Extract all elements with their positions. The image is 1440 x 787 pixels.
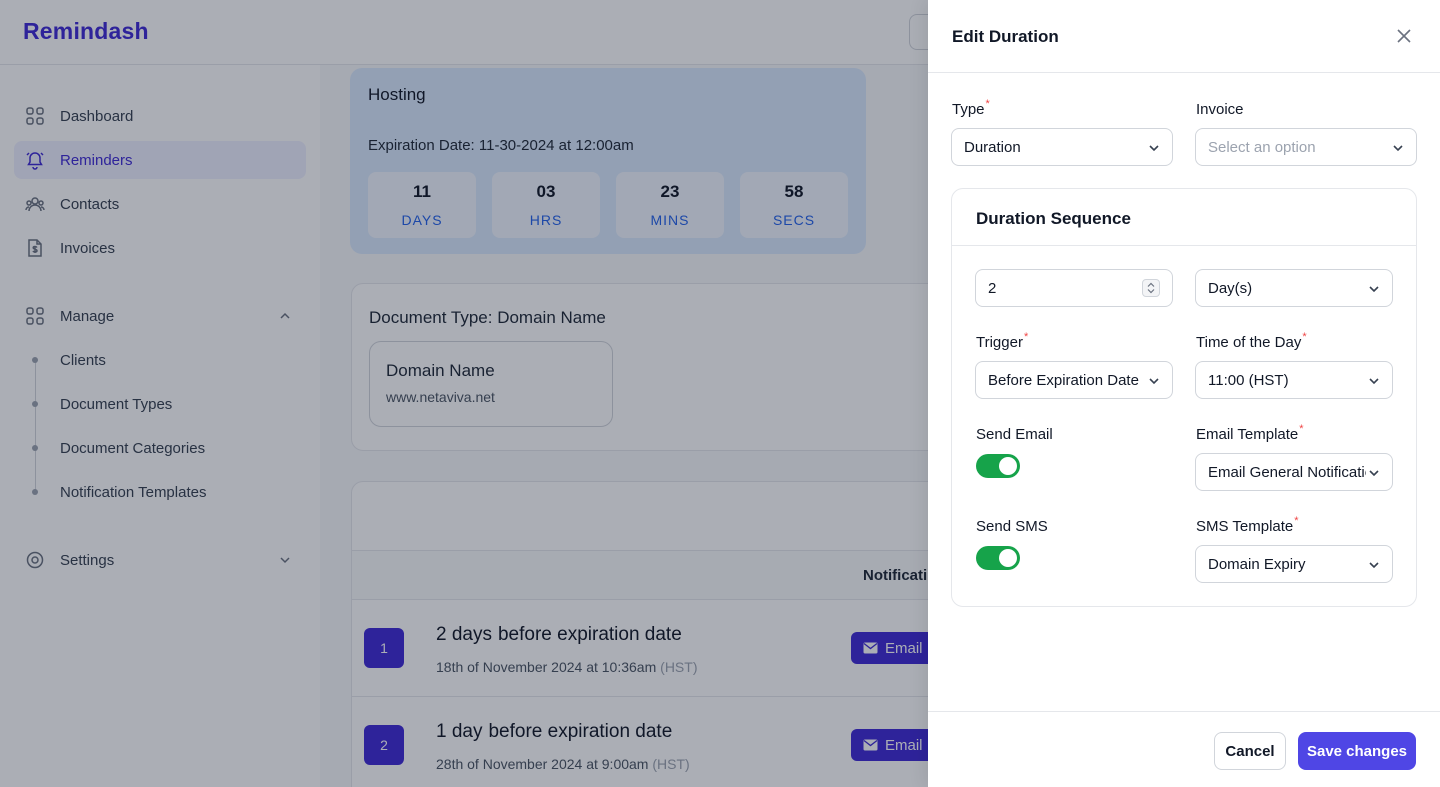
trigger-label-text: Trigger bbox=[976, 334, 1023, 351]
save-changes-button[interactable]: Save changes bbox=[1298, 732, 1416, 770]
edit-duration-drawer: Edit Duration Type* Duration Invoice Sel… bbox=[928, 0, 1440, 787]
toggle-knob bbox=[999, 457, 1017, 475]
number-stepper[interactable] bbox=[1142, 279, 1160, 297]
invoice-select[interactable]: Select an option bbox=[1195, 128, 1417, 166]
send-sms-toggle[interactable] bbox=[976, 546, 1020, 570]
time-label-text: Time of the Day bbox=[1196, 334, 1302, 351]
type-select-value: Duration bbox=[964, 139, 1021, 156]
send-sms-label: Send SMS bbox=[976, 518, 1048, 535]
unit-select[interactable]: Day(s) bbox=[1195, 269, 1393, 307]
sequence-title: Duration Sequence bbox=[976, 209, 1131, 228]
drawer-title: Edit Duration bbox=[952, 27, 1059, 46]
unit-select-value: Day(s) bbox=[1208, 280, 1253, 297]
toggle-knob bbox=[999, 549, 1017, 567]
chevron-down-icon bbox=[1366, 465, 1382, 481]
type-label-text: Type bbox=[952, 101, 985, 118]
sequence-header: Duration Sequence bbox=[952, 189, 1416, 246]
drawer-footer: Cancel Save changes bbox=[928, 711, 1440, 787]
chevron-down-icon bbox=[1146, 373, 1162, 389]
chevron-down-icon bbox=[1390, 140, 1406, 156]
email-template-label-text: Email Template bbox=[1196, 426, 1299, 443]
drawer-header: Edit Duration bbox=[928, 0, 1440, 73]
sms-template-value: Domain Expiry bbox=[1208, 556, 1306, 573]
cancel-button[interactable]: Cancel bbox=[1214, 732, 1286, 770]
chevron-down-icon bbox=[1146, 140, 1162, 156]
sms-template-label-text: SMS Template bbox=[1196, 518, 1294, 535]
sms-template-label: SMS Template* bbox=[1196, 515, 1299, 535]
sms-template-select[interactable]: Domain Expiry bbox=[1195, 545, 1393, 583]
chevron-down-icon bbox=[1366, 281, 1382, 297]
amount-value: 2 bbox=[988, 280, 997, 297]
type-label: Type* bbox=[952, 98, 990, 118]
close-button[interactable] bbox=[1392, 24, 1416, 48]
required-asterisk: * bbox=[1023, 331, 1029, 343]
invoice-label: Invoice bbox=[1196, 101, 1244, 118]
stepper-arrows-icon bbox=[1147, 282, 1155, 294]
time-select-value: 11:00 (HST) bbox=[1208, 372, 1289, 389]
send-email-label: Send Email bbox=[976, 426, 1053, 443]
trigger-select-value: Before Expiration Date bbox=[988, 372, 1139, 389]
trigger-label: Trigger* bbox=[976, 331, 1029, 351]
chevron-down-icon bbox=[1366, 373, 1382, 389]
chevron-down-icon bbox=[1366, 557, 1382, 573]
email-template-select[interactable]: Email General Notification bbox=[1195, 453, 1393, 491]
required-asterisk: * bbox=[1302, 331, 1307, 343]
amount-number-input[interactable]: 2 bbox=[975, 269, 1173, 307]
send-email-toggle[interactable] bbox=[976, 454, 1020, 478]
required-asterisk: * bbox=[985, 98, 990, 110]
time-of-day-select[interactable]: 11:00 (HST) bbox=[1195, 361, 1393, 399]
email-template-value: Email General Notification bbox=[1208, 464, 1382, 481]
duration-sequence-card: Duration Sequence 2 Day(s) Trigger* Befo… bbox=[951, 188, 1417, 607]
email-template-label: Email Template* bbox=[1196, 423, 1304, 443]
invoice-select-placeholder: Select an option bbox=[1208, 139, 1316, 156]
required-asterisk: * bbox=[1299, 423, 1304, 435]
required-asterisk: * bbox=[1294, 515, 1299, 527]
time-of-day-label: Time of the Day* bbox=[1196, 331, 1307, 351]
trigger-select[interactable]: Before Expiration Date bbox=[975, 361, 1173, 399]
close-icon bbox=[1397, 29, 1411, 43]
type-select[interactable]: Duration bbox=[951, 128, 1173, 166]
